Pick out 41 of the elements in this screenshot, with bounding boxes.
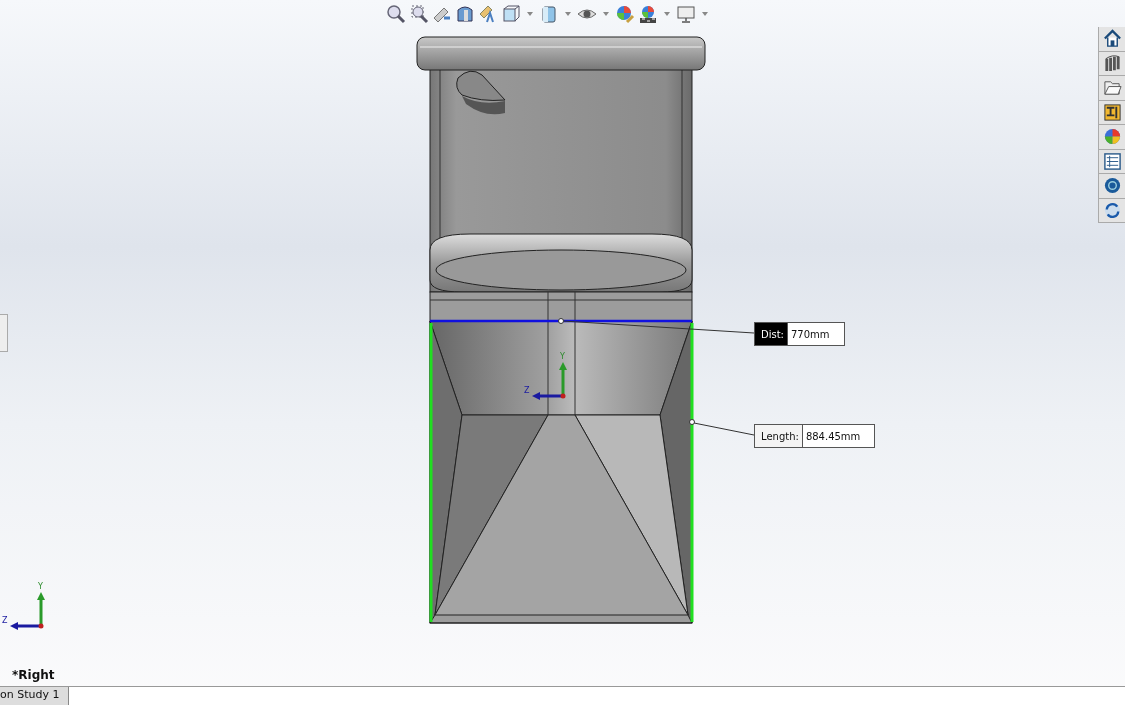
axis-label: Y xyxy=(560,352,565,361)
zoom-area-icon[interactable] xyxy=(409,4,429,24)
anchor-point xyxy=(689,419,695,425)
selected-edge[interactable] xyxy=(430,319,692,323)
home-icon xyxy=(1102,29,1122,49)
panel-handle[interactable] xyxy=(0,314,8,352)
books-button[interactable] xyxy=(1099,51,1125,76)
view-name: *Right xyxy=(12,668,55,682)
selected-edge[interactable] xyxy=(690,323,694,622)
home-button[interactable] xyxy=(1099,27,1125,52)
appearance-icon[interactable] xyxy=(615,4,635,24)
axis-label: Y xyxy=(38,582,43,591)
study-tab[interactable]: on Study 1 xyxy=(0,687,69,705)
axis-label: Z xyxy=(2,616,8,625)
axis-label: Z xyxy=(524,386,530,395)
anchor-point xyxy=(558,318,564,324)
color-ball-button[interactable] xyxy=(1099,125,1125,150)
list-button[interactable] xyxy=(1099,149,1125,174)
folder-button[interactable] xyxy=(1099,76,1125,101)
caret-icon[interactable] xyxy=(664,12,670,16)
zoom-fit-icon[interactable] xyxy=(386,4,406,24)
callout-value: 884.45mm xyxy=(804,429,862,444)
refresh-button[interactable] xyxy=(1099,198,1125,223)
section-view-icon[interactable] xyxy=(455,4,475,24)
caret-icon[interactable] xyxy=(603,12,609,16)
color-ball-icon xyxy=(1102,127,1122,147)
scene-icon[interactable] xyxy=(638,4,658,24)
folder-icon xyxy=(1102,78,1122,98)
caret-icon[interactable] xyxy=(565,12,571,16)
view-orientation-icon[interactable] xyxy=(501,4,521,24)
caret-icon[interactable] xyxy=(702,12,708,16)
display-style-icon[interactable] xyxy=(539,4,559,24)
callout-label: Dist: xyxy=(755,323,788,345)
caret-icon[interactable] xyxy=(527,12,533,16)
leader-line xyxy=(693,422,755,436)
refresh-icon xyxy=(1102,200,1122,220)
callout-label: Length: xyxy=(755,425,803,447)
callout-value: 770mm xyxy=(790,327,831,342)
list-icon xyxy=(1102,151,1122,171)
books-icon xyxy=(1102,53,1122,73)
monitor-icon[interactable] xyxy=(676,4,696,24)
